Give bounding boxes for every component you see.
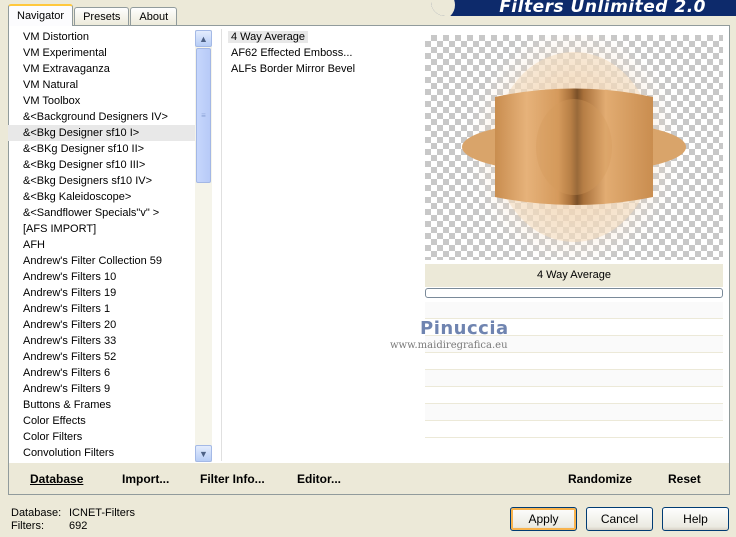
category-item[interactable]: Andrew's Filters 10	[8, 269, 195, 285]
category-item-selected[interactable]: &<Bkg Designer sf10 I>	[8, 125, 195, 141]
category-item[interactable]: Convolution Filters	[8, 445, 195, 461]
filter-item[interactable]: AF62 Effected Emboss...	[222, 45, 417, 61]
category-item[interactable]: Color Filters	[8, 429, 195, 445]
panel-toolbar: Database Import... Filter Info... Editor…	[9, 463, 729, 494]
category-item[interactable]: VM Extravaganza	[8, 61, 195, 77]
reset-button[interactable]: Reset	[668, 472, 701, 486]
chevron-down-icon[interactable]: ▼	[195, 445, 212, 462]
category-item[interactable]: Color Effects	[8, 413, 195, 429]
preview-image	[425, 35, 723, 260]
cancel-button[interactable]: Cancel	[586, 507, 653, 531]
preview-artwork	[462, 35, 686, 260]
category-item[interactable]: Andrew's Filters 19	[8, 285, 195, 301]
filter-info-button[interactable]: Filter Info...	[200, 472, 265, 486]
database-status-label: Database:	[11, 507, 62, 519]
category-item[interactable]: AFH	[8, 237, 195, 253]
watermark-name: Pinuccia	[420, 318, 509, 339]
import-button[interactable]: Import...	[122, 472, 169, 486]
progress-bar	[425, 288, 723, 298]
category-item[interactable]: Andrew's Filter Collection 59	[8, 253, 195, 269]
category-item[interactable]: VM Distortion	[8, 29, 195, 45]
banner-title: Filters Unlimited 2.0	[499, 0, 706, 16]
parameter-row	[425, 353, 723, 370]
database-button[interactable]: Database	[30, 472, 83, 486]
database-label: Database	[30, 472, 84, 486]
watermark-url: www.maidiregrafica.eu	[390, 340, 508, 351]
filter-list[interactable]: 4 Way Average AF62 Effected Emboss... AL…	[221, 29, 417, 461]
category-item[interactable]: &<Bkg Designer sf10 III>	[8, 157, 195, 173]
tab-presets[interactable]: Presets	[74, 7, 130, 26]
database-status-value: ICNET-Filters	[69, 507, 135, 519]
chevron-up-icon[interactable]: ▲	[195, 30, 212, 47]
parameter-row	[425, 302, 723, 319]
tab-about[interactable]: About	[130, 7, 178, 26]
randomize-button[interactable]: Randomize	[568, 472, 632, 486]
parameter-row	[425, 387, 723, 404]
parameter-row	[425, 370, 723, 387]
filters-count-value: 692	[69, 520, 88, 532]
filter-item-selected[interactable]: 4 Way Average	[222, 29, 417, 45]
apply-button[interactable]: Apply	[510, 507, 577, 531]
category-item[interactable]: &<Sandflower Specials"v" >	[8, 205, 195, 221]
parameter-row	[425, 404, 723, 421]
category-item[interactable]: &<BKg Designer sf10 II>	[8, 141, 195, 157]
category-item[interactable]: Andrew's Filters 33	[8, 333, 195, 349]
category-item[interactable]: [AFS IMPORT]	[8, 221, 195, 237]
category-scrollbar[interactable]: ▲ ≡ ▼	[195, 30, 212, 462]
category-list[interactable]: VM Distortion VM Experimental VM Extrava…	[8, 29, 195, 461]
filter-item-label: 4 Way Average	[228, 31, 308, 43]
category-item[interactable]: &<Background Designers IV>	[8, 109, 195, 125]
category-item[interactable]: Andrew's Filters 52	[8, 349, 195, 365]
category-item[interactable]: &<Bkg Designers sf10 IV>	[8, 173, 195, 189]
category-item[interactable]: Andrew's Filters 6	[8, 365, 195, 381]
category-item[interactable]: Andrew's Filters 20	[8, 317, 195, 333]
category-item[interactable]: Buttons & Frames	[8, 397, 195, 413]
category-item[interactable]: Andrew's Filters 1	[8, 301, 195, 317]
parameter-row	[425, 421, 723, 438]
category-item[interactable]: VM Experimental	[8, 45, 195, 61]
category-item[interactable]: VM Toolbox	[8, 93, 195, 109]
category-item[interactable]: &<Bkg Kaleidoscope>	[8, 189, 195, 205]
scrollbar-thumb[interactable]: ≡	[196, 48, 211, 183]
selected-filter-name: 4 Way Average	[425, 264, 723, 287]
category-item[interactable]: Andrew's Filters 9	[8, 381, 195, 397]
category-item[interactable]: VM Natural	[8, 77, 195, 93]
editor-button[interactable]: Editor...	[297, 472, 341, 486]
title-banner: Filters Unlimited 2.0	[431, 0, 736, 16]
tab-navigator[interactable]: Navigator	[8, 4, 74, 26]
help-button[interactable]: Help	[662, 507, 729, 531]
tab-strip: Navigator Presets About	[8, 4, 178, 26]
filter-item[interactable]: ALFs Border Mirror Bevel	[222, 61, 417, 77]
filters-count-label: Filters:	[11, 520, 44, 532]
status-info: Database: ICNET-Filters Filters: 692	[11, 507, 135, 533]
